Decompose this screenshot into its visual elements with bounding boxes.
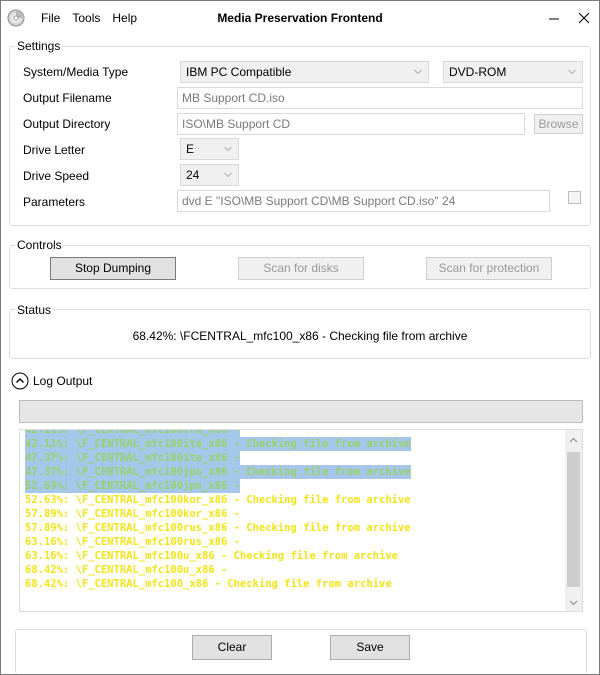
scan-protection-button[interactable]: Scan for protection [426,257,552,280]
chevron-down-icon [224,146,232,152]
log-line-row: 68.42%: \F_CENTRAL_mfc100_x86 - Checking… [25,577,565,591]
system-media-type-label: System/Media Type [23,65,129,79]
chevron-up-icon [11,372,29,390]
log-line-row: 57.89%: \F_CENTRAL_mfc100kor_x86 - [25,507,565,521]
log-output-label: Log Output [33,374,93,388]
drive-speed-select[interactable]: 24 [180,164,239,186]
drive-letter-value: E [186,142,195,156]
output-directory-label: Output Directory [23,117,111,131]
system-select-value: IBM PC Compatible [186,65,292,79]
log-line: 63.16%: \F_CENTRAL_mfc100rus_x86 - [25,536,240,548]
scroll-down-icon[interactable] [569,598,578,607]
output-filename-field[interactable]: MB Support CD.iso [177,87,583,109]
controls-group-title: Controls [15,238,64,252]
chevron-down-icon [414,69,422,75]
edit-parameters-checkbox[interactable] [568,191,581,204]
status-text: 68.42%: \FCENTRAL_mfc100_x86 - Checking … [132,329,468,343]
log-output-area[interactable]: 42.11%: \F_CENTRAL_mfc100fra_x86 -42.11%… [19,429,583,612]
menu-file[interactable]: File [35,10,66,26]
log-line-row: 52.63%: \F_CENTRAL_mfc100jpn_x86 - [25,479,565,493]
drive-speed-value: 24 [186,168,200,182]
menu-bar: File Tools Help [35,10,143,26]
log-line-row: 63.16%: \F_CENTRAL_mfc100rus_x86 - [25,535,565,549]
log-line: 68.42%: \F_CENTRAL_mfc100_x86 - Checking… [25,578,392,590]
chevron-down-icon [568,69,576,75]
parameters-label: Parameters [23,195,86,209]
drive-letter-label: Drive Letter [23,143,86,157]
save-button[interactable]: Save [330,635,410,660]
minimize-button[interactable] [539,1,569,35]
output-directory-field[interactable]: ISO\MB Support CD [177,113,525,135]
log-line-row: 42.11%: \F_CENTRAL_mfc100ita_x86 - Check… [25,437,565,451]
log-line: 57.89%: \F_CENTRAL_mfc100rus_x86 - Check… [25,522,411,534]
settings-group-title: Settings [15,39,63,53]
scan-disks-button[interactable]: Scan for disks [238,257,364,280]
output-filename-label: Output Filename [23,91,112,105]
menu-tools[interactable]: Tools [66,10,106,26]
title-bar: File Tools Help Media Preservation Front… [1,1,599,35]
log-line: 68.42%: \F_CENTRAL_mfc100u_x86 - [25,564,228,576]
media-select[interactable]: DVD-ROM [443,61,583,83]
log-line-row: 57.89%: \F_CENTRAL_mfc100rus_x86 - Check… [25,521,565,535]
chevron-down-icon [224,172,232,178]
log-line-row: 47.37%: \F_CENTRAL_mfc100jpn_x86 - Check… [25,465,565,479]
log-line: 57.89%: \F_CENTRAL_mfc100kor_x86 - [25,508,240,520]
status-group-title: Status [15,303,54,317]
window-controls [539,1,599,35]
log-line-row: 52.63%: \F_CENTRAL_mfc100kor_x86 - Check… [25,493,565,507]
disc-icon [7,9,25,27]
log-buttons-panel [15,629,587,674]
log-line-row: 63.16%: \F_CENTRAL_mfc100u_x86 - Checkin… [25,549,565,563]
log-line: 47.37%: \F_CENTRAL_mfc100ita_x86 - [25,451,240,465]
close-icon [578,12,590,24]
media-select-value: DVD-ROM [449,65,507,79]
log-line: 47.37%: \F_CENTRAL_mfc100jpn_x86 - Check… [25,465,411,479]
log-toggle-button[interactable] [11,372,29,390]
drive-speed-label: Drive Speed [23,169,90,183]
drive-letter-select[interactable]: E [180,138,239,160]
main-window: File Tools Help Media Preservation Front… [0,0,600,675]
stop-dumping-button[interactable]: Stop Dumping [50,257,176,280]
log-line: 52.63%: \F_CENTRAL_mfc100jpn_x86 - [25,479,240,493]
close-button[interactable] [569,1,599,35]
minimize-icon [549,18,559,20]
log-line: 52.63%: \F_CENTRAL_mfc100kor_x86 - Check… [25,494,411,506]
log-line-row: 42.11%: \F_CENTRAL_mfc100fra_x86 - [25,430,565,437]
log-line-row: 68.42%: \F_CENTRAL_mfc100u_x86 - [25,563,565,577]
parameters-field[interactable]: dvd E "ISO\MB Support CD\MB Support CD.i… [177,190,550,212]
clear-button[interactable]: Clear [192,635,272,660]
log-scrollbar[interactable] [565,430,582,611]
log-line: 42.11%: \F_CENTRAL_mfc100fra_x86 - [25,430,240,437]
menu-help[interactable]: Help [106,10,143,26]
log-lines: 42.11%: \F_CENTRAL_mfc100fra_x86 -42.11%… [25,430,565,591]
log-line-row: 47.37%: \F_CENTRAL_mfc100ita_x86 - [25,451,565,465]
scroll-up-icon[interactable] [569,436,578,445]
progress-bar [19,400,583,423]
log-line: 63.16%: \F_CENTRAL_mfc100u_x86 - Checkin… [25,550,398,562]
log-line: 42.11%: \F_CENTRAL_mfc100ita_x86 - Check… [25,437,411,451]
browse-button[interactable]: Browse [534,114,583,134]
scroll-thumb[interactable] [567,452,580,587]
system-select[interactable]: IBM PC Compatible [180,61,429,83]
